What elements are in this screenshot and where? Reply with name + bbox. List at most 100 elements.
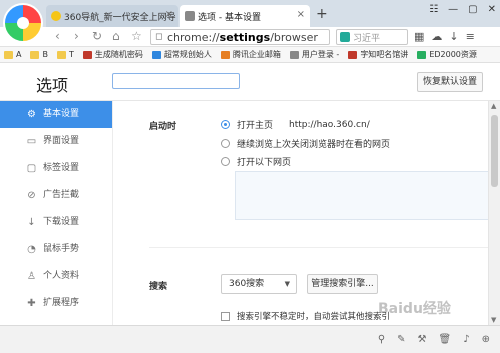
close-window-icon[interactable]: ✕ [488,4,496,15]
scroll-down-icon[interactable]: ▼ [491,316,496,324]
reload-icon[interactable]: ↻ [92,29,102,43]
sidebar-item-mouse-gestures[interactable]: ◔ 鼠标手势 [0,236,112,263]
sound-icon[interactable]: ♪ [463,334,469,345]
sidebar-item-extensions[interactable]: ✚ 扩展程序 [0,290,112,317]
bookmark-folder-a[interactable]: A [4,50,21,59]
360-logo-icon[interactable] [3,3,43,43]
back-icon[interactable]: ‹ [55,29,60,43]
mouse-icon: ◔ [27,244,36,255]
settings-content: 启动时 打开主页 http://hao.360.cn/ 继续浏览上次关闭浏览器时… [113,101,488,325]
tab-title: 选项 - 基本设置 [198,13,261,23]
puzzle-icon: ✚ [27,298,36,309]
startup-pages-textarea[interactable] [235,171,488,220]
tools-icon[interactable]: ⚒ [418,334,427,345]
scroll-thumb[interactable] [491,115,498,187]
folder-icon [4,50,13,59]
search-fallback-checkbox[interactable]: 搜索引擎不稳定时，自动尝试其他搜索引 [221,310,390,322]
tab-settings[interactable]: 选项 - 基本设置 × [180,5,310,27]
forward-icon[interactable]: › [74,29,79,43]
settings-search-input[interactable] [112,73,240,89]
sidebar-item-download[interactable]: ↓ 下载设置 [0,209,112,236]
chevron-down-icon: ▼ [284,280,290,288]
window-controls: ☷ — ▢ ✕ [429,4,496,15]
checkbox-icon [221,311,230,321]
gesture-icon[interactable]: ✎ [397,334,405,345]
search-label: 搜索 [149,282,168,292]
watermark: Baidu经验 [378,301,451,317]
radio-selected-icon [221,120,230,129]
tab-360-navigation[interactable]: 360导航_新一代安全上网导 × [46,5,178,27]
sidebar-item-interface[interactable]: ▭ 界面设置 [0,128,112,155]
radio-open-homepage[interactable]: 打开主页 http://hao.360.cn/ [221,118,370,131]
address-prefix: chrome:// [167,31,220,44]
menu-icon[interactable]: ☷ [429,4,438,15]
homepage-url: http://hao.360.cn/ [289,119,370,130]
radio-icon [221,157,230,166]
close-icon[interactable]: × [297,9,305,20]
radio-continue-session[interactable]: 继续浏览上次关闭浏览器时在看的网页 [221,137,390,150]
manage-search-engines-button[interactable]: 管理搜索引擎... [307,274,378,294]
settings-sidebar: ⚙ 基本设置 ▭ 界面设置 ▢ 标签设置 ⊘ 广告拦截 ↓ 下载设置 ◔ 鼠标手势 ♙ 个人资… [0,101,113,325]
person-icon: ♙ [27,271,36,282]
bookmark-item[interactable]: 生成随机密码 [82,49,143,60]
grid-icon[interactable]: ▦ [414,30,424,43]
toolbar-icons: ▦ ☁ ↓ ≡ [414,30,475,43]
maximize-icon[interactable]: ▢ [468,4,477,15]
site-icon [417,50,427,59]
site-icon [289,50,299,59]
pin-icon[interactable]: ⚲ [378,334,385,345]
startup-label: 启动时 [149,122,177,132]
search-engine-icon [340,32,350,42]
site-icon [151,50,161,59]
scroll-up-icon[interactable]: ▲ [491,102,496,110]
folder-icon [56,50,66,59]
address-suffix: /browser [270,31,318,44]
site-icon [220,50,230,59]
download-icon[interactable]: ↓ [449,30,458,43]
page-title: 选项 [36,76,69,95]
minimize-icon[interactable]: — [448,4,458,15]
radio-icon [221,139,230,148]
sidebar-item-profile[interactable]: ♙ 个人资料 [0,263,112,290]
bookmarks-bar: A B T 生成随机密码 超常规创始人 腾讯企业邮箱 用户登录 - 字知吧名馆讲… [0,47,500,63]
close-icon[interactable]: × [165,9,173,20]
radio-open-pages[interactable]: 打开以下网页 [221,155,291,168]
status-icons: ⚲ ✎ ⚒ 🗑 ♪ ⊕ [378,334,490,345]
window-icon: ▭ [26,136,37,147]
folder-icon [30,50,40,59]
cloud-icon[interactable]: ☁ [431,30,442,43]
sidebar-item-adblock[interactable]: ⊘ 广告拦截 [0,182,112,209]
tab-bar: 360导航_新一代安全上网导 × 选项 - 基本设置 × + ☷ — ▢ ✕ [0,0,500,27]
page-icon: ◻ [155,32,163,42]
divider [149,247,488,248]
site-icon [82,50,92,59]
site-icon [348,50,358,59]
bookmark-folder-b[interactable]: B [30,50,48,59]
bookmark-item[interactable]: 字知吧名馆讲 [348,49,408,60]
bookmark-item[interactable]: 用户登录 - [289,49,339,60]
search-engine-select[interactable]: 360搜索 ▼ [221,274,297,294]
tab-icon: ▢ [26,163,37,174]
status-bar: ⚲ ✎ ⚒ 🗑 ♪ ⊕ [0,325,500,353]
home-icon[interactable]: ⌂ [112,29,120,43]
favorite-icon[interactable]: ☆ [131,29,142,43]
search-placeholder: 习近平 [353,34,381,44]
menu-icon[interactable]: ≡ [466,30,475,43]
sidebar-item-basic[interactable]: ⚙ 基本设置 [0,101,112,128]
gear-favicon-icon [185,11,195,21]
new-tab-button[interactable]: + [316,6,328,22]
vertical-scrollbar[interactable]: ▲ ▼ [488,101,500,325]
trash-icon[interactable]: 🗑 [439,334,452,345]
zoom-icon[interactable]: ⊕ [482,334,490,345]
search-box[interactable]: 习近平 [336,29,408,45]
bookmark-folder-t[interactable]: T [56,50,74,59]
address-bar[interactable]: ◻ chrome://settings/browser [150,29,330,45]
address-path: settings [219,31,271,44]
bookmark-item[interactable]: ED2000资源 [417,49,477,60]
sidebar-item-tabs[interactable]: ▢ 标签设置 [0,155,112,182]
download-icon: ↓ [27,217,36,228]
bookmark-item[interactable]: 超常规创始人 [151,49,212,60]
restore-defaults-button[interactable]: 恢复默认设置 [417,72,483,92]
360-favicon-icon [51,11,61,21]
bookmark-item[interactable]: 腾讯企业邮箱 [220,49,281,60]
